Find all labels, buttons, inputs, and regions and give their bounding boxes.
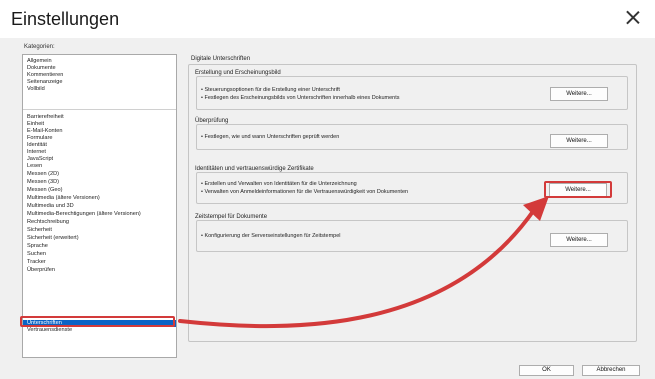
group-bullet: • Erstellen und Verwalten von Identitäte… [201,181,357,187]
category-item[interactable]: Barrierefreiheit [27,114,64,121]
category-item[interactable]: Identität [27,142,47,149]
more-button[interactable]: Weitere... [550,87,608,101]
category-item[interactable]: Multimedia-Berechtigungen (ältere Versio… [27,211,141,218]
category-item[interactable]: Seitenanzeige [27,79,62,86]
category-item[interactable]: Sicherheit [27,227,52,234]
group-title: Zeitstempel für Dokumente [194,214,269,220]
more-button[interactable]: Weitere... [550,233,608,247]
category-item[interactable]: Formulare [27,135,53,142]
group-bullet: • Steuerungsoptionen für die Erstellung … [201,87,340,93]
group-bullet: • Konfigurierung der Serverseinstellunge… [201,233,341,239]
category-item[interactable]: Messen (3D) [27,179,59,186]
cancel-button[interactable]: Abbrechen [582,365,640,376]
category-item[interactable]: Einheit [27,121,44,128]
group-bullet: • Festlegen, wie und wann Unterschriften… [201,134,340,140]
category-item[interactable]: Rechtschreibung [27,219,69,226]
group-bullet: • Verwalten von Anmeldeinformationen für… [201,189,409,195]
close-icon[interactable] [623,8,643,28]
more-button[interactable]: Weitere... [550,134,608,148]
category-item[interactable]: E-Mail-Konten [27,128,62,135]
ok-button[interactable]: OK [519,365,574,376]
categories-list[interactable]: Allgemein Dokumente Kommentieren Seitena… [22,54,177,358]
category-item[interactable]: Internet [27,149,46,156]
category-item[interactable]: Sprache [27,243,48,250]
category-item[interactable]: Sicherheit (erweitert) [27,235,79,242]
category-item[interactable]: Allgemein [27,58,52,65]
category-item[interactable]: Lesen [27,163,42,170]
category-item[interactable]: JavaScript [27,156,53,163]
category-item[interactable]: Überprüfen [27,267,55,274]
window-title: Einstellungen [11,9,120,29]
panel-title: Digitale Unterschriften [191,56,251,62]
category-item[interactable]: Messen (2D) [27,171,59,178]
category-item[interactable]: Suchen [27,251,46,258]
category-item[interactable]: Multimedia (ältere Versionen) [27,195,100,202]
category-item[interactable]: Dokumente [27,65,56,72]
category-item[interactable]: Tracker [27,259,46,266]
category-item[interactable]: Vollbild [27,86,45,93]
highlight-box [20,316,175,327]
group-title: Überprüfung [194,118,230,124]
category-item[interactable]: Multimedia und 3D [27,203,74,210]
title-bar: Einstellungen [0,0,655,38]
category-item[interactable]: Messen (Geo) [27,187,62,194]
highlight-box [544,181,612,198]
group-bullet: • Festlegen des Erscheinungsbilds von Un… [201,95,400,101]
category-item[interactable]: Kommentieren [27,72,63,79]
group-title: Erstellung und Erscheinungsbild [194,70,282,76]
categories-label: Kategorien: [24,44,55,50]
category-item[interactable]: Vertrauensdienste [27,327,72,334]
group-title: Identitäten und vertrauenswürdige Zertif… [194,166,315,172]
category-separator [23,109,176,110]
